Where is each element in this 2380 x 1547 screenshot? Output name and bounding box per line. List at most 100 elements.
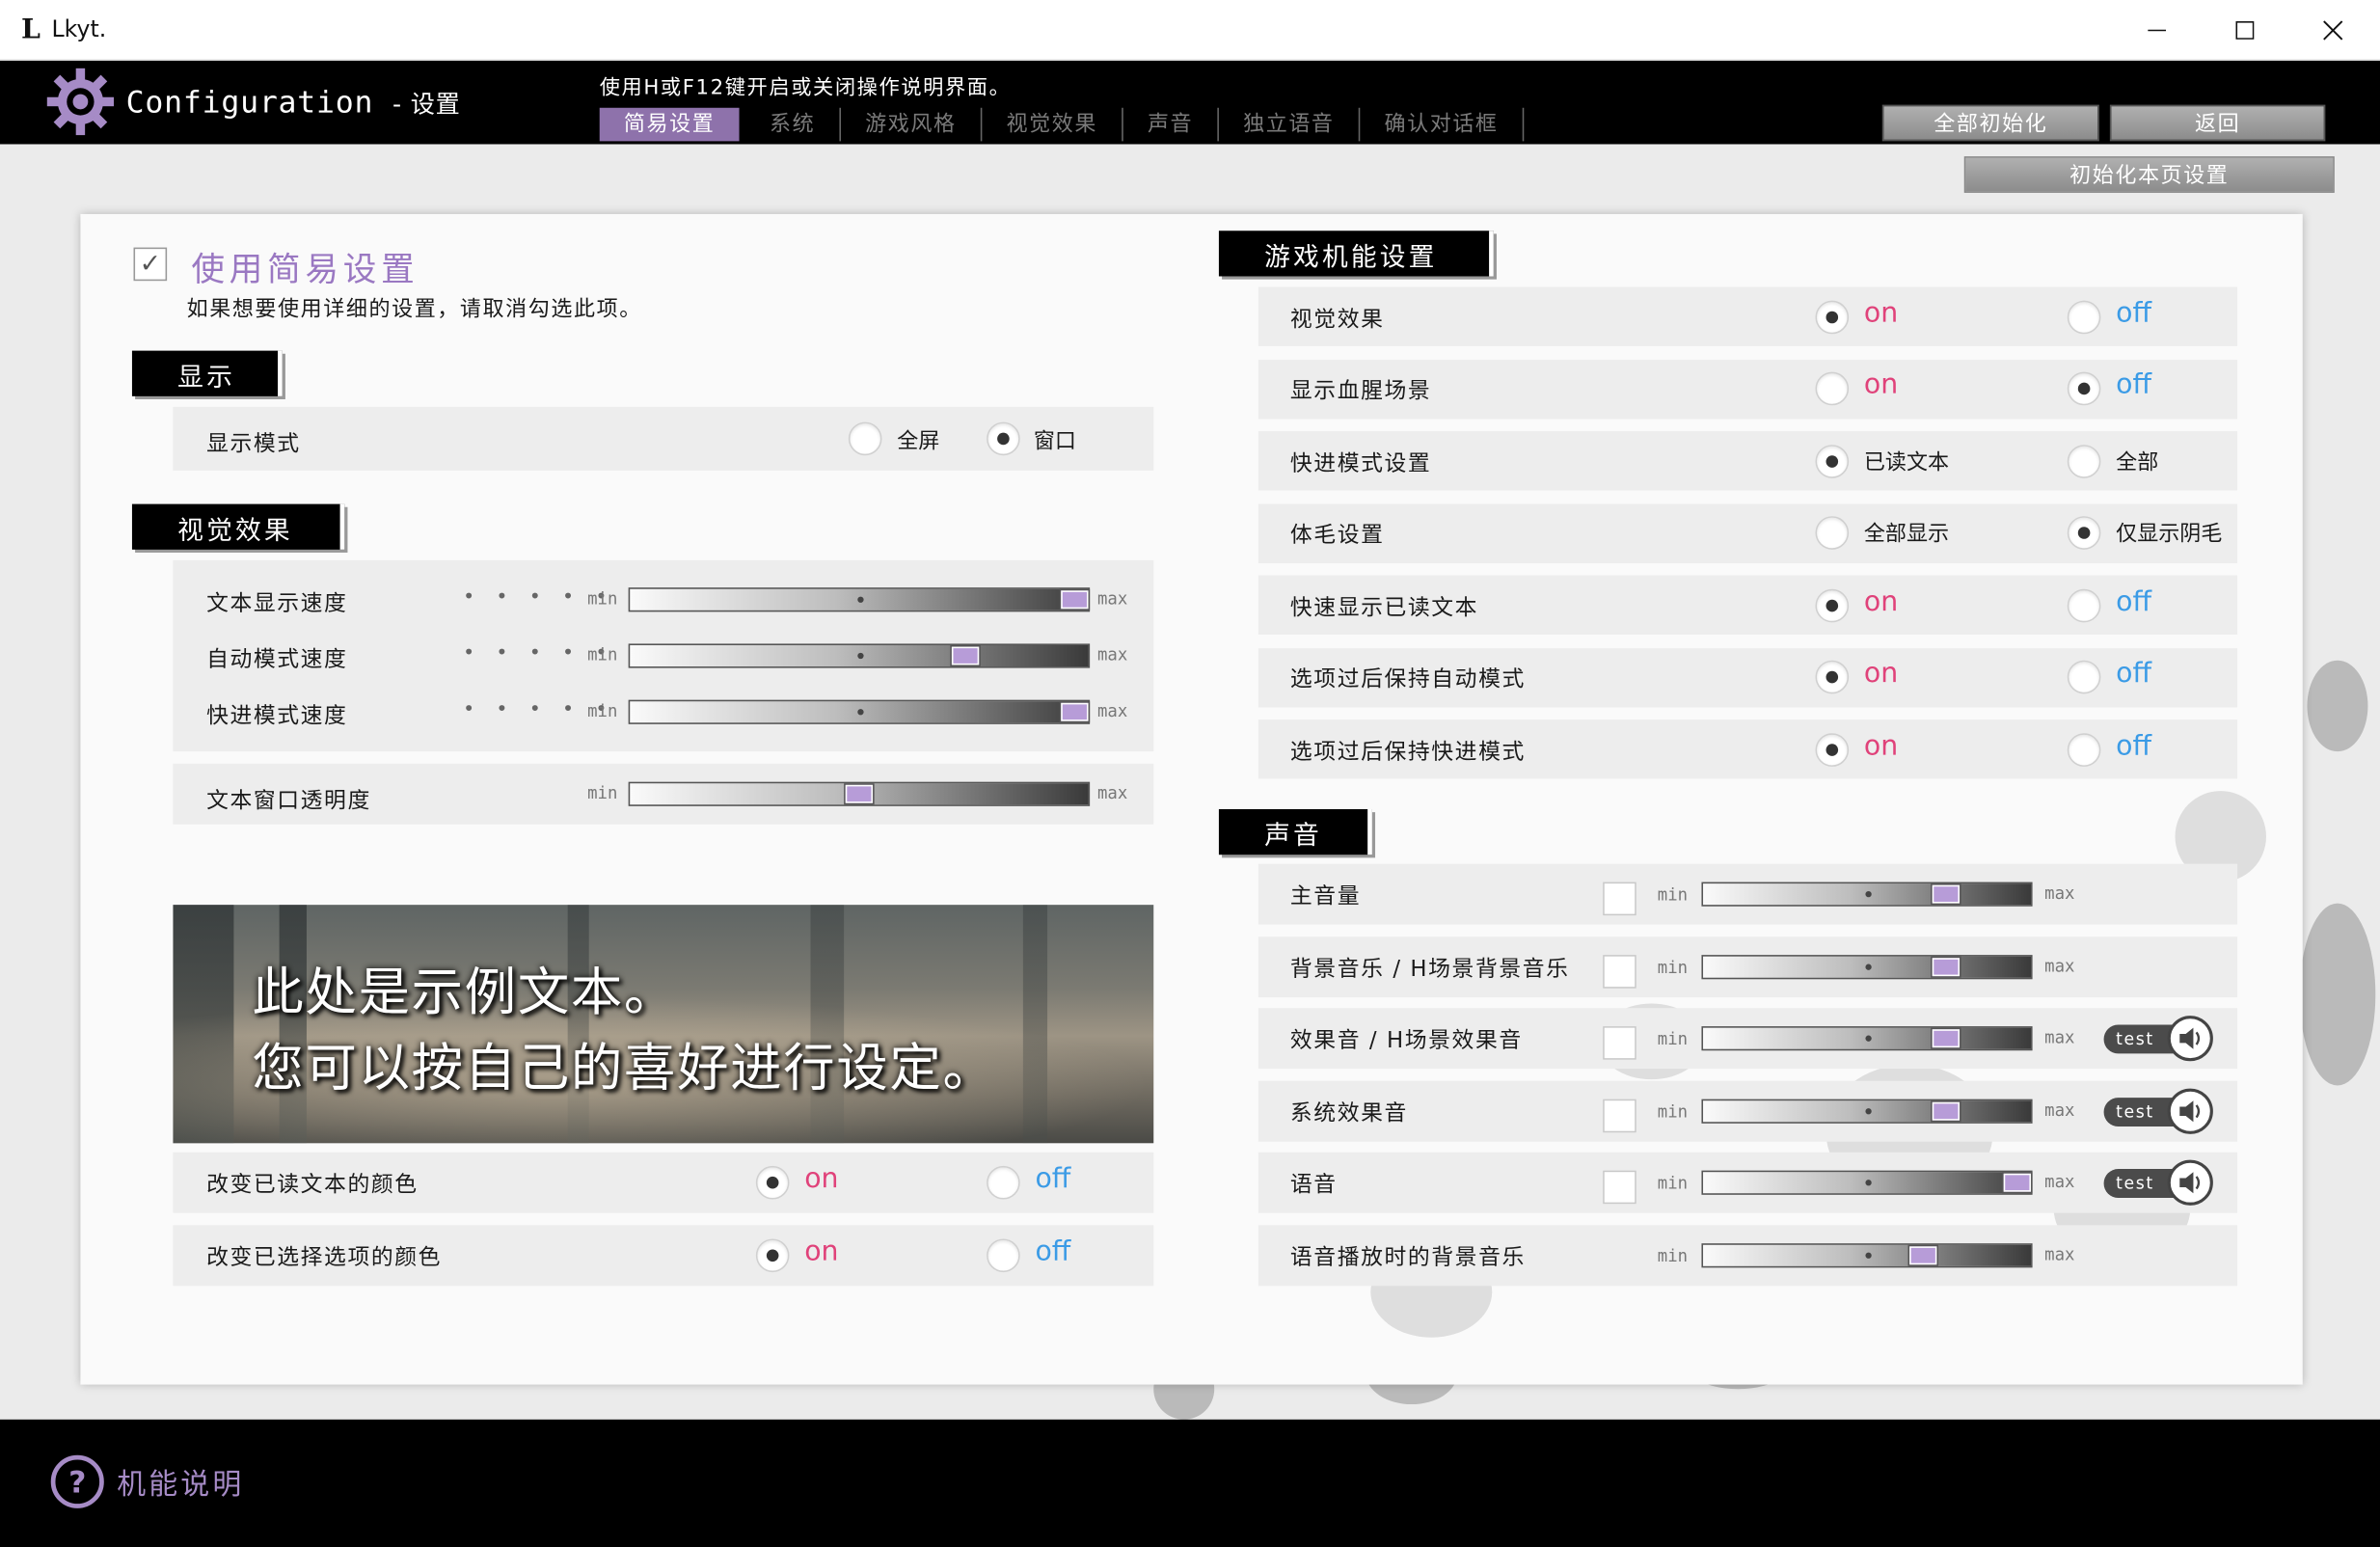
window-title: Lkyt.: [51, 14, 107, 43]
maximize-button[interactable]: [2201, 0, 2288, 61]
display-mode-label: 显示模式: [206, 432, 301, 457]
test-label: test: [2116, 1173, 2154, 1194]
speaker-icon[interactable]: [2167, 1159, 2213, 1206]
game-row-1-radio-a[interactable]: [1815, 299, 1850, 334]
window-titlebar: [0, 0, 2380, 61]
mute-checkbox[interactable]: [1603, 1026, 1636, 1060]
slider-knob[interactable]: [1061, 702, 1089, 721]
color-row-2-radio-b[interactable]: [987, 1238, 1020, 1273]
section-visual: 视觉效果: [131, 503, 345, 550]
close-button[interactable]: [2289, 0, 2377, 61]
page-title-suffix: - 设置: [392, 89, 461, 119]
slider-knob[interactable]: [1933, 957, 1961, 976]
maximize-icon: [2235, 21, 2255, 40]
slider-knob[interactable]: [2003, 1173, 2032, 1192]
mute-checkbox[interactable]: [1603, 882, 1636, 916]
back-button[interactable]: 返回: [2109, 104, 2326, 142]
volume-slider[interactable]: [1701, 954, 2033, 979]
slider-center-dot: [857, 652, 864, 660]
color-row-1-radio-b[interactable]: [987, 1165, 1020, 1200]
game-row-1-radio-b[interactable]: [2067, 299, 2101, 334]
slider-max-label: max: [1097, 644, 1128, 665]
tab-7[interactable]: 确认对话框: [1360, 107, 1525, 142]
radio-window[interactable]: [987, 421, 1020, 456]
volume-slider[interactable]: [1701, 1170, 2033, 1195]
game-row-6-option-a: on: [1863, 657, 1899, 690]
visual-slider-2[interactable]: [628, 643, 1091, 668]
slider-center-dot: [857, 709, 864, 716]
game-row-6-radio-a[interactable]: [1815, 660, 1850, 694]
speaker-icon[interactable]: [2167, 1087, 2213, 1134]
game-config-window: L Lkyt. Configuration - 设置 使用H或F12键开启或关闭…: [0, 0, 2380, 1547]
visual-slider-1[interactable]: [628, 587, 1091, 612]
slider-max-label: max: [2044, 1027, 2075, 1048]
slider-min-label: min: [1657, 1029, 1689, 1049]
game-row-2-radio-a[interactable]: [1815, 371, 1850, 406]
simple-settings-checkbox[interactable]: ✓: [133, 247, 168, 282]
tab-6[interactable]: 独立语音: [1219, 107, 1361, 142]
tab-2[interactable]: 系统: [745, 107, 841, 142]
speaker-icon[interactable]: [2167, 1016, 2213, 1062]
help-icon[interactable]: ?: [50, 1454, 105, 1509]
slider-max-label: max: [2044, 1243, 2075, 1264]
tab-3[interactable]: 游戏风格: [841, 107, 983, 142]
mute-checkbox[interactable]: [1603, 1098, 1636, 1132]
reset-page-button[interactable]: 初始化本页设置: [1963, 156, 2335, 193]
slider-min-label: min: [587, 588, 618, 610]
slider-knob[interactable]: [1909, 1245, 1937, 1264]
visual-slider-label: 自动模式速度: [206, 648, 348, 673]
svg-text:?: ?: [68, 1465, 86, 1500]
game-row-4-radio-a[interactable]: [1815, 516, 1850, 550]
footer-bar: [0, 1419, 2380, 1547]
game-row-2-radio-b[interactable]: [2067, 371, 2101, 406]
minimize-button[interactable]: [2113, 0, 2201, 61]
slider-knob[interactable]: [845, 784, 874, 803]
volume-slider[interactable]: [1701, 882, 2033, 907]
visual-slider-3[interactable]: [628, 699, 1091, 724]
slider-min-label: min: [587, 701, 618, 721]
tab-4[interactable]: 视觉效果: [982, 107, 1123, 142]
slider-knob[interactable]: [1933, 884, 1961, 904]
game-row-7-radio-b[interactable]: [2067, 732, 2101, 767]
color-row-1-label: 改变已读文本的颜色: [206, 1173, 419, 1198]
mute-checkbox[interactable]: [1603, 1170, 1636, 1205]
slider-knob[interactable]: [951, 646, 980, 665]
game-row-4-label: 体毛设置: [1289, 524, 1385, 549]
app-logo: L: [21, 14, 41, 46]
help-label[interactable]: 机能说明: [117, 1462, 244, 1504]
volume-slider[interactable]: [1701, 1026, 2033, 1051]
radio-fullscreen[interactable]: [848, 421, 882, 456]
game-row-3-radio-b[interactable]: [2067, 444, 2101, 478]
game-row-5-radio-a[interactable]: [1815, 587, 1850, 622]
game-row-3-radio-a[interactable]: [1815, 444, 1850, 478]
game-row-5-radio-b[interactable]: [2067, 587, 2101, 622]
volume-slider[interactable]: [1701, 1242, 2033, 1267]
preview-line-2: 您可以按自己的喜好进行设定。: [252, 1038, 996, 1099]
game-row-4-radio-b[interactable]: [2067, 516, 2101, 550]
tab-1[interactable]: 简易设置: [599, 107, 740, 142]
option-window: 窗口: [1033, 429, 1076, 454]
section-display: 显示: [131, 350, 283, 396]
color-row-1-radio-a[interactable]: [755, 1165, 790, 1200]
slider-min-label: min: [587, 783, 618, 803]
section-sound: 声音: [1218, 808, 1372, 855]
tab-5[interactable]: 声音: [1123, 107, 1219, 142]
speaker-glyph: [2179, 1172, 2201, 1194]
slider-knob[interactable]: [1061, 590, 1089, 610]
sound-row-label: 语音: [1289, 1173, 1338, 1198]
simple-settings-title: 使用简易设置: [191, 252, 419, 290]
slider-center-dot: [1865, 1251, 1872, 1259]
mute-checkbox[interactable]: [1603, 954, 1636, 988]
game-row-6-option-b: off: [2116, 657, 2152, 690]
slider-knob[interactable]: [1933, 1029, 1961, 1048]
reset-all-button[interactable]: 全部初始化: [1881, 104, 2099, 142]
sound-row-label: 系统效果音: [1289, 1101, 1408, 1126]
color-row-2-radio-a[interactable]: [755, 1238, 790, 1273]
game-row-7-radio-a[interactable]: [1815, 732, 1850, 767]
game-row-6-radio-b[interactable]: [2067, 660, 2101, 694]
game-row-2-option-a: on: [1863, 368, 1899, 401]
slider-min-label: min: [1657, 957, 1689, 977]
opacity-slider[interactable]: [628, 781, 1091, 806]
volume-slider[interactable]: [1701, 1098, 2033, 1124]
slider-knob[interactable]: [1933, 1101, 1961, 1120]
